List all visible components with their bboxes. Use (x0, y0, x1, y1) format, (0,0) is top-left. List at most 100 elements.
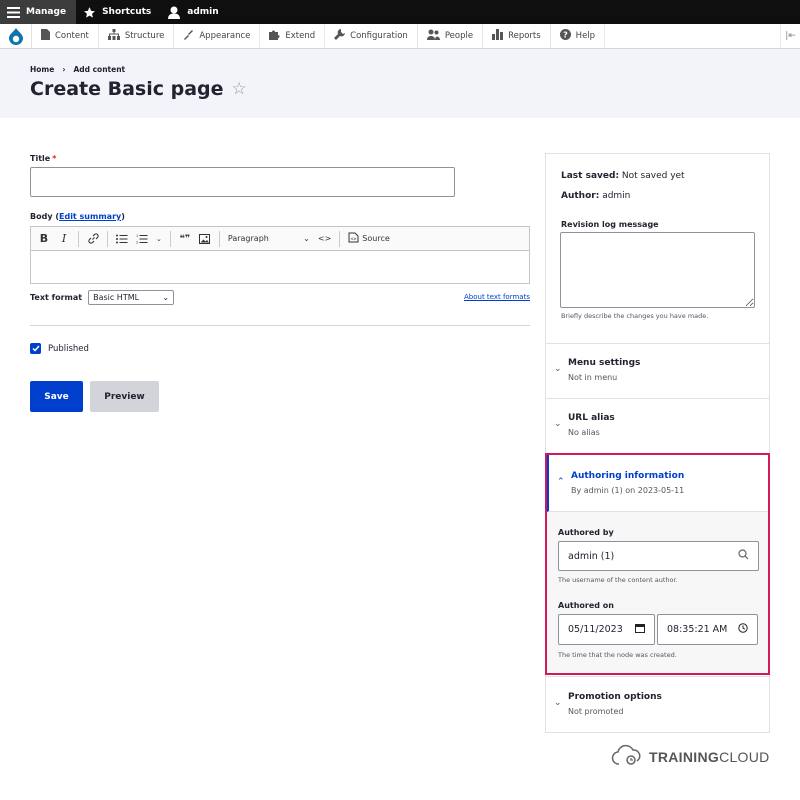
text-format-select[interactable]: Basic HTML ⌄ (88, 290, 175, 305)
shortcuts-label: Shortcuts (102, 7, 152, 17)
star-icon (82, 5, 96, 19)
author-label: Author: (561, 191, 600, 201)
menu-item-people[interactable]: People (418, 24, 484, 48)
authoring-information-header[interactable]: ⌃ Authoring information By admin (1) on … (547, 455, 768, 512)
preview-button[interactable]: Preview (90, 381, 159, 412)
toolbar-separator (339, 230, 341, 247)
manage-label: Manage (26, 7, 67, 17)
menu-settings-accordion[interactable]: ⌄ Menu settings Not in menu (546, 343, 769, 398)
menu-item-extend[interactable]: Extend (260, 24, 326, 48)
bold-button[interactable]: B (35, 230, 53, 248)
url-alias-summary: No alias (568, 428, 600, 437)
menu-item-reports[interactable]: Reports (483, 24, 551, 48)
menu-item-appearance[interactable]: Appearance (174, 24, 261, 48)
chevron-down-icon: ⌄ (554, 419, 562, 429)
blockquote-icon[interactable]: ❝❞ (176, 230, 194, 248)
hamburger-icon (6, 5, 20, 19)
toolbar-separator (169, 230, 171, 247)
menu-item-label: People (444, 31, 474, 41)
image-icon[interactable] (196, 230, 214, 248)
toolbar-separator (218, 230, 220, 247)
editor-toolbar: B I 12 ⌄ ❝❞ Paragraph ⌄ <> <> Source (31, 227, 529, 251)
manage-tab[interactable]: Manage (0, 0, 77, 24)
shortcuts-tab[interactable]: Shortcuts (76, 0, 161, 24)
source-icon: <> (348, 232, 359, 245)
check-icon (31, 345, 40, 352)
chevron-down-icon[interactable]: ⌄ (153, 230, 165, 248)
user-label: admin (187, 7, 219, 17)
paragraph-dropdown[interactable]: Paragraph ⌄ (225, 230, 313, 248)
menu-item-label: Structure (124, 31, 165, 41)
menu-settings-summary: Not in menu (568, 373, 618, 382)
about-text-formats-link[interactable]: About text formats (464, 293, 530, 301)
collapse-tray-icon[interactable]: |⇤ (780, 24, 800, 48)
svg-text:?: ? (563, 31, 568, 40)
menu-item-content[interactable]: Content (32, 24, 99, 48)
page-title-text: Create Basic page (30, 78, 224, 100)
clock-icon[interactable] (738, 623, 748, 636)
italic-button[interactable]: I (55, 230, 73, 248)
title-label: Title * (30, 154, 56, 163)
admin-toolbar: Manage Shortcuts admin (0, 0, 800, 24)
breadcrumb-separator: › (62, 65, 66, 74)
numbered-list-icon[interactable]: 12 (133, 230, 151, 248)
time-value: 08:35:21 AM (667, 624, 728, 635)
puzzle-icon (269, 29, 280, 43)
menu-item-structure[interactable]: Structure (99, 24, 175, 48)
published-checkbox[interactable] (30, 343, 41, 354)
menu-item-label: Reports (508, 31, 541, 41)
required-mark: * (52, 154, 57, 163)
chevron-down-icon: ⌄ (162, 293, 170, 302)
toolbar-separator (78, 230, 79, 247)
chevron-down-icon: ⌄ (554, 364, 562, 374)
chevron-up-icon: ⌃ (557, 477, 565, 487)
published-checkbox-row: Published (30, 343, 89, 354)
url-alias-accordion[interactable]: ⌄ URL alias No alias (546, 398, 769, 454)
authored-by-input[interactable]: admin (1) (558, 541, 759, 571)
authored-on-label: Authored on (558, 601, 614, 610)
save-button[interactable]: Save (30, 381, 83, 412)
help-icon: ? (559, 29, 571, 43)
menu-item-help[interactable]: ? Help (551, 24, 606, 48)
svg-text:1: 1 (136, 234, 138, 238)
breadcrumb-home[interactable]: Home (30, 65, 54, 74)
code-button[interactable]: <> (315, 230, 334, 248)
body-label-text: Body (30, 212, 53, 221)
revision-log-textarea[interactable] (560, 232, 755, 308)
drupal-logo-icon[interactable] (0, 24, 32, 48)
text-format-label: Text format (30, 293, 83, 302)
page-header: Home › Add content Create Basic page ☆ (0, 49, 800, 118)
menu-item-label: Extend (285, 31, 316, 41)
authored-on-date-input[interactable]: 05/11/2023 (558, 614, 655, 645)
promotion-options-accordion[interactable]: ⌄ Promotion options Not promoted (546, 676, 769, 733)
menu-item-label: Appearance (199, 31, 251, 41)
breadcrumb-add-content[interactable]: Add content (73, 65, 125, 74)
favorite-star-icon[interactable]: ☆ (232, 79, 247, 99)
body-label: Body (Edit summary) (30, 212, 125, 221)
search-icon (738, 549, 749, 563)
calendar-icon[interactable] (635, 623, 645, 636)
link-icon[interactable] (84, 230, 102, 248)
paintbrush-icon (183, 29, 194, 43)
text-format-row: Text format Basic HTML ⌄ (30, 290, 175, 305)
source-button[interactable]: <> Source (345, 230, 392, 248)
date-value: 05/11/2023 (568, 624, 623, 635)
authoring-information-panel: ⌃ Authoring information By admin (1) on … (545, 453, 770, 675)
edit-summary-link[interactable]: Edit summary (59, 212, 121, 221)
user-tab[interactable]: admin (161, 0, 228, 24)
brand-regular: CLOUD (719, 749, 770, 765)
published-label: Published (48, 343, 89, 354)
wrench-icon (334, 29, 346, 43)
promotion-options-summary: Not promoted (568, 707, 624, 716)
user-icon (167, 5, 181, 19)
source-label: Source (362, 234, 390, 243)
bulleted-list-icon[interactable] (113, 230, 131, 248)
authored-on-time-input[interactable]: 08:35:21 AM (657, 614, 758, 645)
revision-log-description: Briefly describe the changes you have ma… (561, 312, 709, 320)
authored-by-label: Authored by (558, 528, 614, 537)
title-input[interactable] (30, 167, 455, 197)
author-line: Author: admin (561, 191, 630, 201)
menu-item-configuration[interactable]: Configuration (325, 24, 418, 48)
url-alias-title: URL alias (568, 413, 615, 423)
brand-bold: TRAINING (649, 749, 720, 765)
